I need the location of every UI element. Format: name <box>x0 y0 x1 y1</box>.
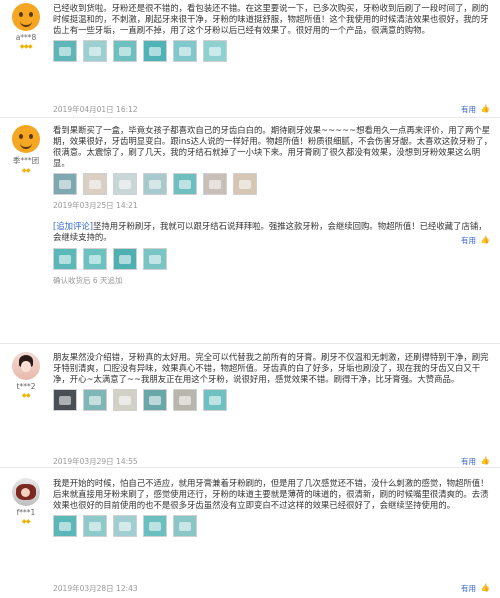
review-photos <box>53 40 493 63</box>
review-photo-thumbnail[interactable] <box>143 247 167 270</box>
member-badge-icon: ◆◆ <box>21 167 31 174</box>
append-meta: 确认收货后 6 天追加 <box>53 275 123 285</box>
review-photo-thumbnail[interactable] <box>233 173 257 196</box>
review-photo-thumbnail[interactable] <box>143 515 167 538</box>
append-photos <box>53 247 493 270</box>
review-photo-thumbnail[interactable] <box>53 247 77 270</box>
review-item: t***2 ◆◆ 朋友果然没介绍错，牙粉真的太好用。完全可以代替我之前所有的牙膏… <box>0 344 500 468</box>
review-date: 2019年03月28日 12:43 <box>53 584 138 593</box>
review-photo-thumbnail[interactable] <box>83 40 107 63</box>
review-photos <box>53 515 493 538</box>
review-date: 2019年03月25日 14:21 <box>53 201 138 211</box>
useful-button[interactable]: 有用 <box>461 583 476 594</box>
append-label: [追加评论] <box>53 221 94 232</box>
review-item: f***1 ◆◆ 我是开始的时候，怕自己不适应，就用牙膏兼着牙粉刷的，但是用了几… <box>0 468 500 598</box>
member-badge-icon: ◆◆ <box>21 518 31 525</box>
thumbs-up-icon[interactable]: 👍 <box>481 235 490 244</box>
review-photos <box>53 173 493 196</box>
review-photos <box>53 389 493 412</box>
reviewer: 季***团 ◆◆ <box>4 125 48 174</box>
member-badge-icon: ◆◆ <box>21 392 31 399</box>
review-photo-thumbnail[interactable] <box>113 40 137 63</box>
review-photo-thumbnail[interactable] <box>143 389 167 412</box>
review-photo-thumbnail[interactable] <box>203 40 227 63</box>
review-date: 2019年04月01日 16:12 <box>53 105 138 114</box>
thumbs-up-icon[interactable]: 👍 <box>481 456 490 465</box>
review-photo-thumbnail[interactable] <box>53 515 77 538</box>
review-text: 朋友果然没介绍错，牙粉真的太好用。完全可以代替我之前所有的牙膏。刷牙不仅温和无刺… <box>53 352 489 385</box>
review-photo-thumbnail[interactable] <box>173 515 197 538</box>
useful-button[interactable]: 有用 <box>461 456 476 467</box>
useful-button[interactable]: 有用 <box>461 235 476 246</box>
review-photo-thumbnail[interactable] <box>53 173 77 196</box>
reviewer-name: f***1 <box>16 508 36 517</box>
review-photo-thumbnail[interactable] <box>143 40 167 63</box>
review-photo-thumbnail[interactable] <box>113 173 137 196</box>
avatar <box>12 478 40 506</box>
review-text: 我是开始的时候，怕自己不适应，就用牙膏兼着牙粉刷的，但是用了几次感觉还不错，没什… <box>53 478 489 511</box>
reviewer: a***8 ◆◆◆ <box>4 3 48 50</box>
avatar <box>12 125 40 153</box>
reviewer: t***2 ◆◆ <box>4 352 48 399</box>
review-photo-thumbnail[interactable] <box>53 40 77 63</box>
review-photo-thumbnail[interactable] <box>113 515 137 538</box>
avatar <box>12 3 40 31</box>
review-text: 已经收到货啦。牙粉还是很不错的，看包装还不错。在这里要说一下，已多次购买，牙粉收… <box>53 3 489 36</box>
thumbs-up-icon[interactable]: 👍 <box>481 104 490 113</box>
reviewer-name: t***2 <box>16 382 36 391</box>
review-photo-thumbnail[interactable] <box>53 389 77 412</box>
member-badge-icon: ◆◆◆ <box>19 43 33 50</box>
review-item: 季***团 ◆◆ 看到果断买了一盒，毕竟女孩子都喜欢自己的牙齿白白的。期待刷牙效… <box>0 118 500 344</box>
reviewer: f***1 ◆◆ <box>4 478 48 525</box>
review-photo-thumbnail[interactable] <box>173 40 197 63</box>
review-photo-thumbnail[interactable] <box>83 515 107 538</box>
review-date: 2019年03月29日 14:55 <box>53 457 138 466</box>
avatar <box>12 352 40 380</box>
thumbs-up-icon[interactable]: 👍 <box>481 583 490 592</box>
useful-button[interactable]: 有用 <box>461 104 476 115</box>
review-item: a***8 ◆◆◆ 已经收到货啦。牙粉还是很不错的，看包装还不错。在这里要说一下… <box>0 0 500 118</box>
review-text: 看到果断买了一盒，毕竟女孩子都喜欢自己的牙齿白白的。期待刷牙效果~~~~~想看用… <box>53 125 493 169</box>
review-photo-thumbnail[interactable] <box>83 247 107 270</box>
reviewer-name: a***8 <box>15 33 37 42</box>
review-photo-thumbnail[interactable] <box>203 173 227 196</box>
review-photo-thumbnail[interactable] <box>203 389 227 412</box>
reviewer-name: 季***团 <box>12 156 40 165</box>
review-photo-thumbnail[interactable] <box>143 173 167 196</box>
review-photo-thumbnail[interactable] <box>173 389 197 412</box>
review-photo-thumbnail[interactable] <box>83 173 107 196</box>
review-photo-thumbnail[interactable] <box>113 247 137 270</box>
append-review: [追加评论]坚持用牙粉刷牙，我就可以跟牙结石说拜拜啦。强推这款牙粉，会继续回购。… <box>53 221 493 243</box>
review-photo-thumbnail[interactable] <box>173 173 197 196</box>
review-photo-thumbnail[interactable] <box>113 389 137 412</box>
append-text: 坚持用牙粉刷牙，我就可以跟牙结石说拜拜啦。强推这款牙粉，会继续回购。物超所值！已… <box>53 221 487 243</box>
review-photo-thumbnail[interactable] <box>83 389 107 412</box>
